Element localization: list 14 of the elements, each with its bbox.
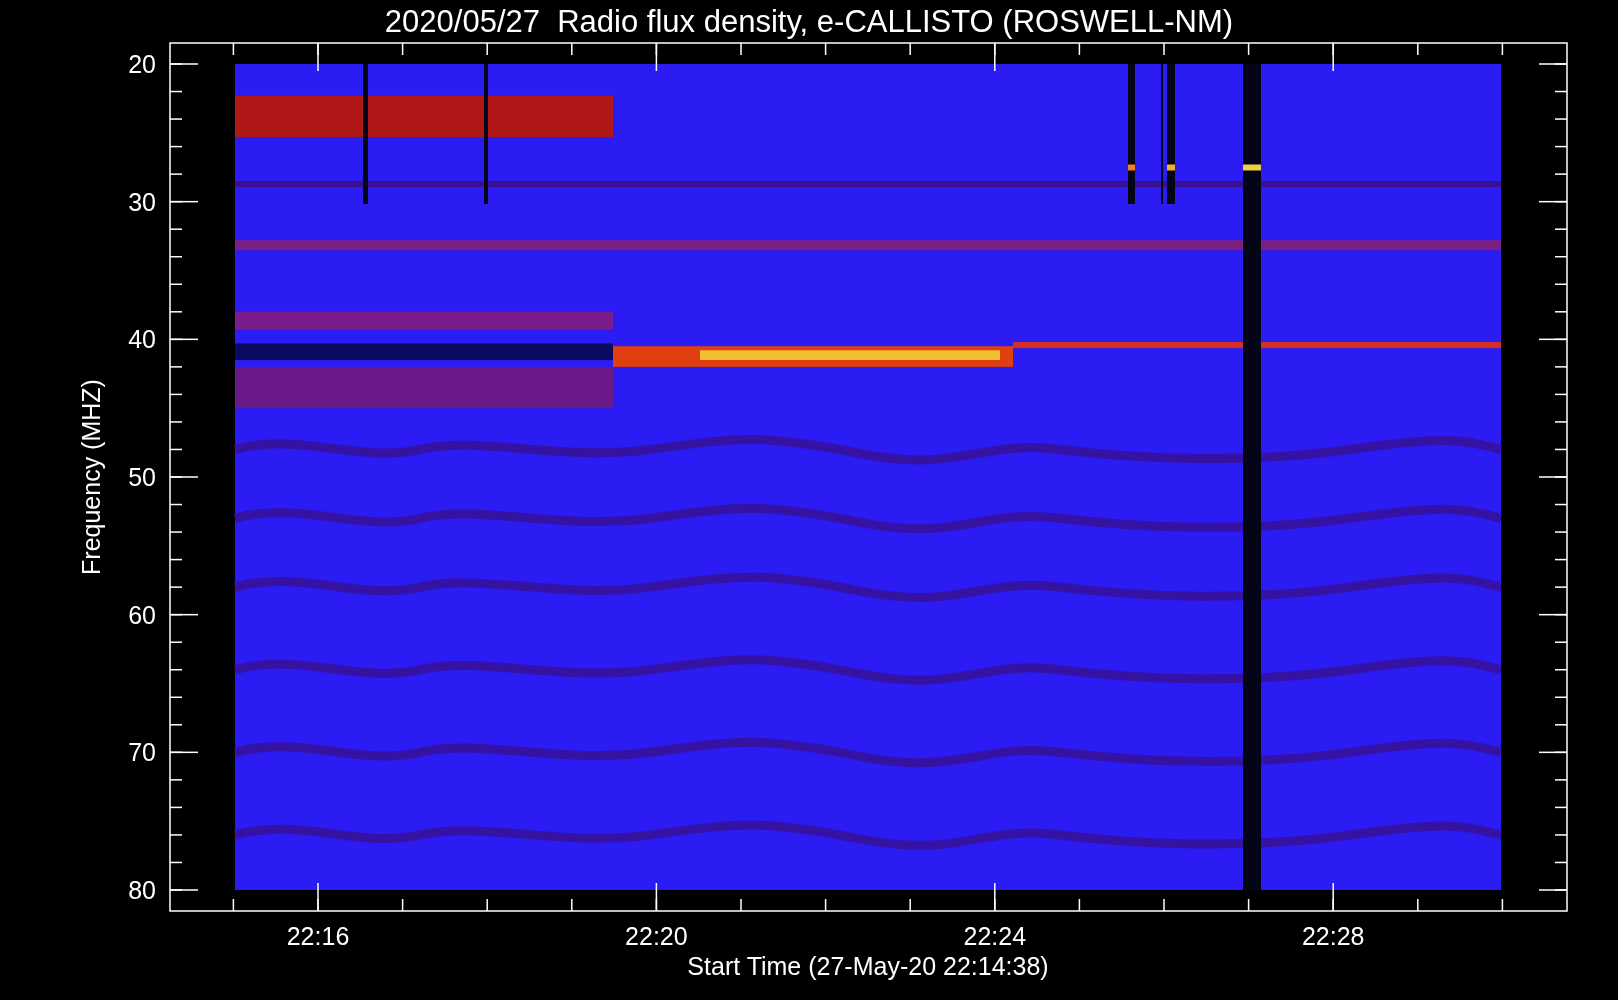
x-tick-label: 22:28 xyxy=(1301,922,1365,950)
x-axis-label: Start Time (27-May-20 22:14:38) xyxy=(687,952,1049,980)
x-tick-label: 22:24 xyxy=(963,922,1027,950)
x-tick-label: 22:16 xyxy=(286,922,350,950)
y-tick-label: 70 xyxy=(128,738,156,767)
y-tick-label: 20 xyxy=(128,50,156,78)
x-tick-label: 22:20 xyxy=(625,922,688,950)
y-tick-label: 40 xyxy=(128,325,156,354)
chart-title: 2020/05/27 Radio flux density, e-CALLISTO (ROSWELL-NM) xyxy=(384,4,1234,39)
y-tick-label: 60 xyxy=(128,600,156,629)
y-tick-label: 80 xyxy=(128,876,156,904)
y-tick-label: 50 xyxy=(128,463,156,491)
y-axis-label: Frequency (MHZ) xyxy=(77,379,105,575)
y-tick-label: 30 xyxy=(128,187,156,216)
